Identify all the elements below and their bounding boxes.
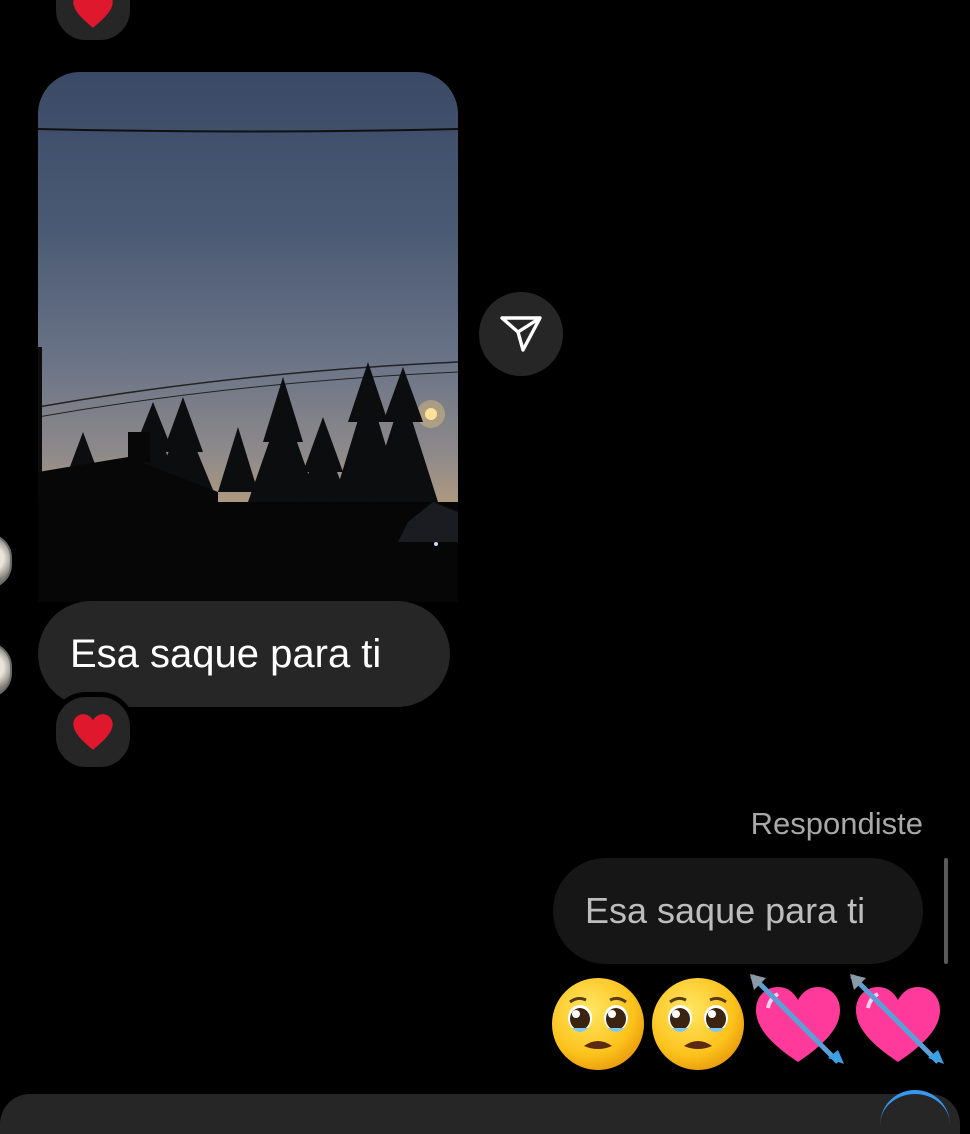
heart-icon: [73, 0, 113, 28]
avatar[interactable]: [0, 642, 12, 698]
reaction-heart[interactable]: [51, 692, 135, 772]
pleading-face-emoji[interactable]: [548, 972, 648, 1072]
heart-with-arrow-emoji[interactable]: [748, 972, 848, 1072]
reaction-heart-top[interactable]: [51, 0, 135, 45]
heart-with-arrow-emoji[interactable]: [848, 972, 948, 1072]
share-button[interactable]: [479, 292, 563, 376]
replied-label: Respondiste: [750, 806, 923, 841]
avatar[interactable]: [0, 533, 12, 589]
sunset-trees-image: [38, 128, 458, 602]
quoted-text: Esa saque para ti: [585, 890, 866, 931]
message-text: Esa saque para ti: [70, 631, 382, 676]
message-composer[interactable]: [0, 1094, 960, 1134]
heart-icon: [73, 714, 113, 750]
quote-indicator-bar: [944, 858, 948, 964]
pleading-face-emoji[interactable]: [648, 972, 748, 1072]
paper-plane-icon: [500, 316, 542, 352]
shared-photo[interactable]: [38, 72, 458, 602]
quoted-message-bubble[interactable]: Esa saque para ti: [553, 858, 923, 964]
